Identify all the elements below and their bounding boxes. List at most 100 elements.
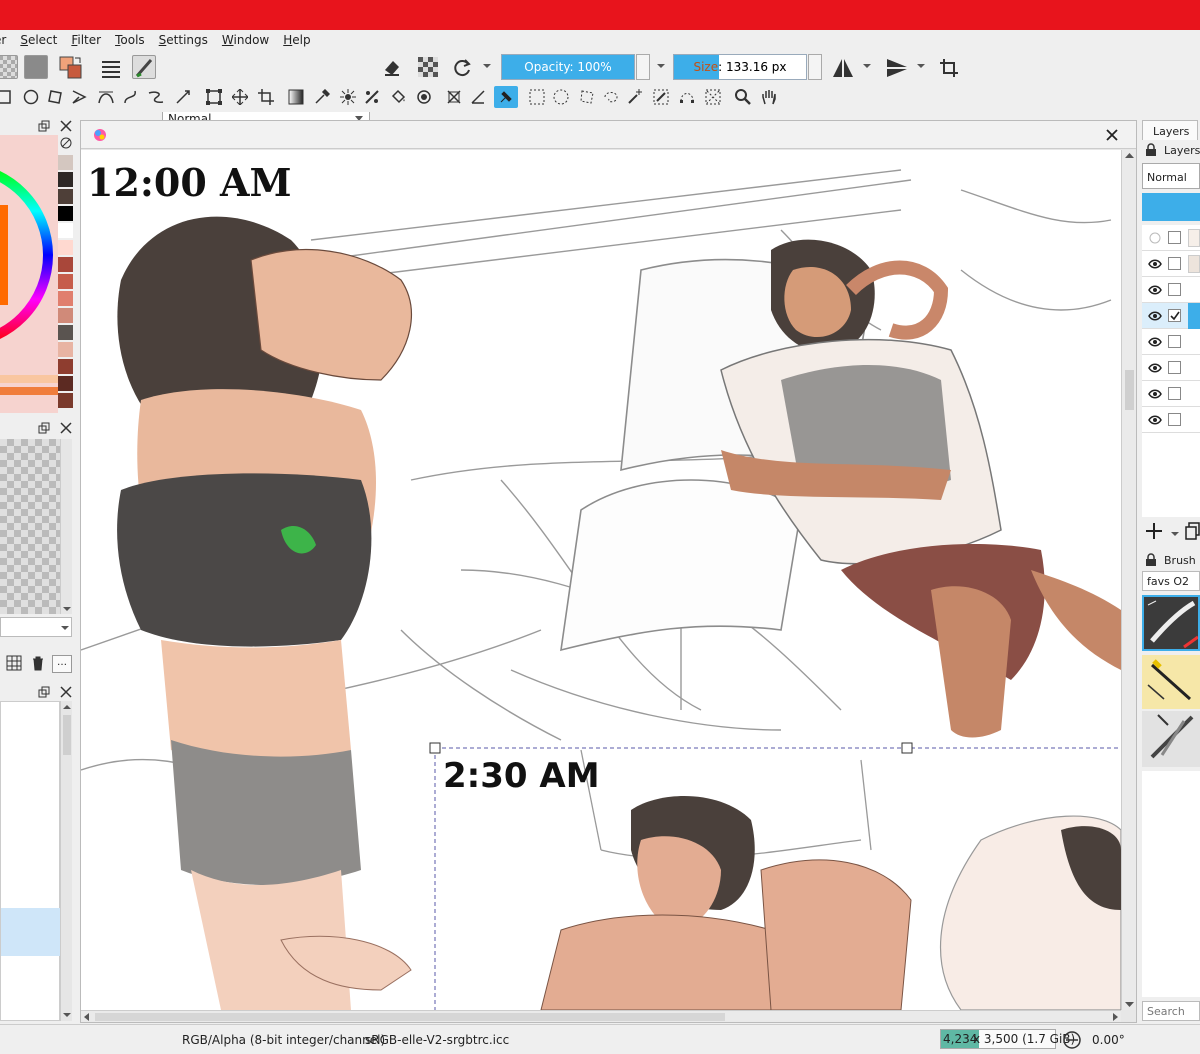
chevron-down-icon[interactable] <box>862 61 872 71</box>
layer-checkbox[interactable] <box>1168 257 1181 270</box>
docker-list-selected-item[interactable] <box>1 908 61 956</box>
palette-swatch[interactable] <box>58 240 73 255</box>
float-panel-icon[interactable] <box>38 686 50 698</box>
layer-row[interactable] <box>1142 329 1200 355</box>
layer-row[interactable] <box>1142 381 1200 407</box>
bezier-select-icon[interactable] <box>678 88 696 106</box>
brush-preset[interactable] <box>1142 655 1200 709</box>
crop-tool-icon[interactable] <box>256 88 276 106</box>
pattern-selector-button[interactable] <box>0 55 18 79</box>
layer-checkbox-checked[interactable] <box>1168 309 1181 322</box>
eye-icon[interactable] <box>1148 309 1162 323</box>
layer-row[interactable] <box>1142 277 1200 303</box>
close-icon[interactable] <box>60 422 72 434</box>
eye-icon[interactable] <box>1148 283 1162 297</box>
chevron-down-icon[interactable] <box>656 61 666 71</box>
bezier-tool-icon[interactable] <box>96 88 116 106</box>
color-wheel[interactable] <box>0 135 58 413</box>
layer-checkbox[interactable] <box>1168 387 1181 400</box>
contiguous-select-icon[interactable] <box>626 88 644 106</box>
layer-row[interactable] <box>1142 251 1200 277</box>
size-spinbox[interactable] <box>808 54 822 80</box>
chevron-down-icon[interactable] <box>916 61 926 71</box>
rotation-dial-icon[interactable] <box>1062 1030 1082 1050</box>
fill-tool-icon[interactable] <box>388 88 408 106</box>
layer-opacity-slider[interactable] <box>1142 193 1200 221</box>
add-layer-icon[interactable] <box>1144 521 1166 543</box>
palette-swatch[interactable] <box>58 291 73 306</box>
menu-tools[interactable]: Tools <box>115 33 145 47</box>
size-slider[interactable]: Size: 133.16 px <box>673 54 822 80</box>
trash-icon[interactable] <box>30 655 48 673</box>
layer-checkbox[interactable] <box>1168 413 1181 426</box>
multibrush-icon[interactable] <box>174 88 194 106</box>
layer-row[interactable] <box>1142 407 1200 433</box>
layer-checkbox[interactable] <box>1168 361 1181 374</box>
menu-select[interactable]: Select <box>20 33 57 47</box>
mirror-horizontal-icon[interactable] <box>830 55 856 81</box>
layer-blend-combo[interactable]: Normal <box>1142 163 1200 189</box>
measure-tool-icon[interactable] <box>468 88 488 106</box>
opacity-spinbox[interactable] <box>636 54 650 80</box>
menu-filter[interactable]: Filter <box>71 33 101 47</box>
palette-swatch[interactable] <box>58 376 73 391</box>
layer-checkbox[interactable] <box>1168 283 1181 296</box>
palette-swatch[interactable] <box>58 257 73 272</box>
palette-swatch[interactable] <box>58 172 73 187</box>
ellipse-tool-icon[interactable] <box>22 88 40 106</box>
smart-patch-icon[interactable] <box>338 88 358 106</box>
palette-swatch[interactable] <box>58 393 73 408</box>
eye-icon[interactable] <box>1148 387 1162 401</box>
menu-window[interactable]: Window <box>222 33 269 47</box>
brush-search-input[interactable]: Search <box>1142 1001 1200 1021</box>
brush-tag-combo[interactable]: favs O2 <box>1142 571 1200 591</box>
palette-swatch[interactable] <box>58 189 73 204</box>
ellipse-select-icon[interactable] <box>552 88 570 106</box>
pan-tool-icon[interactable] <box>760 88 778 106</box>
palette-swatch[interactable] <box>58 274 73 289</box>
perspective-grid-icon[interactable] <box>444 88 464 106</box>
lock-icon[interactable] <box>1144 143 1158 157</box>
more-options-button[interactable]: … <box>52 655 72 673</box>
brush-presets-icon[interactable] <box>98 55 124 81</box>
freehand-path-icon[interactable] <box>122 88 140 106</box>
layer-row-selected[interactable] <box>1142 303 1200 329</box>
opacity-slider[interactable]: Opacity: 100% <box>501 54 650 80</box>
canvas-horizontal-scrollbar[interactable] <box>81 1010 1121 1022</box>
no-color-icon[interactable] <box>58 135 74 155</box>
menu-settings[interactable]: Settings <box>159 33 208 47</box>
tab-layers[interactable]: Layers <box>1142 120 1198 140</box>
assistant-tool-icon[interactable] <box>362 88 382 106</box>
enclose-fill-icon[interactable] <box>414 88 434 106</box>
layer-row[interactable] <box>1142 355 1200 381</box>
eye-hidden-icon[interactable] <box>1148 231 1162 245</box>
zoom-tool-icon[interactable] <box>734 88 752 106</box>
fg-bg-color-icon[interactable] <box>58 55 84 81</box>
palette-swatch[interactable] <box>58 223 73 238</box>
rectangle-tool-icon[interactable] <box>0 88 12 106</box>
preview-scrollbar[interactable] <box>60 439 72 614</box>
layer-checkbox[interactable] <box>1168 335 1181 348</box>
wrap-around-icon[interactable] <box>936 55 962 81</box>
polygon-select-icon[interactable] <box>578 88 596 106</box>
reference-images-tool-icon[interactable] <box>494 86 518 108</box>
docker-scrollbar[interactable] <box>60 701 72 1021</box>
similar-select-icon[interactable] <box>652 88 670 106</box>
color-picker-icon[interactable] <box>312 88 332 106</box>
preserve-alpha-icon[interactable] <box>416 55 440 79</box>
palette-swatch[interactable] <box>58 359 73 374</box>
polygon-tool-icon[interactable] <box>46 88 64 106</box>
eraser-icon[interactable] <box>380 55 404 79</box>
lock-icon[interactable] <box>1144 553 1158 567</box>
eye-icon[interactable] <box>1148 257 1162 271</box>
eye-icon[interactable] <box>1148 361 1162 375</box>
mirror-vertical-icon[interactable] <box>884 55 910 81</box>
palette-swatch[interactable] <box>58 155 73 170</box>
freehand-select-icon[interactable] <box>602 88 620 106</box>
color-wheel-panel[interactable] <box>0 135 58 413</box>
rect-select-icon[interactable] <box>528 88 546 106</box>
grid-icon[interactable] <box>6 655 24 673</box>
eye-icon[interactable] <box>1148 335 1162 349</box>
gradient-tool-icon[interactable] <box>286 88 306 106</box>
chevron-down-icon[interactable] <box>482 61 492 71</box>
